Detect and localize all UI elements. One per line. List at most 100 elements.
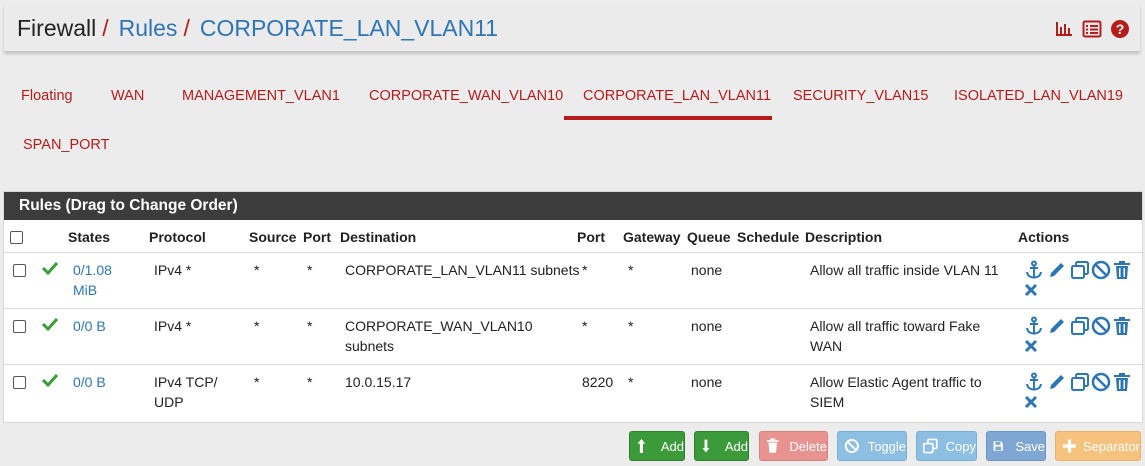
row-gateway: * (628, 318, 634, 334)
row-dest-port: * (582, 318, 588, 334)
breadcrumb: Firewall / Rules / CORPORATE_LAN_VLAN11 (17, 15, 498, 41)
row-description: Allow all traffic toward Fake WAN (810, 318, 981, 354)
list-icon[interactable] (1082, 19, 1102, 39)
delete-x-icon[interactable] (1023, 394, 1039, 410)
row-gateway: * (628, 374, 634, 390)
delete-x-icon[interactable] (1023, 338, 1039, 354)
header-divider (4, 252, 1142, 253)
disable-icon[interactable] (1091, 372, 1111, 392)
col-port: Port (303, 229, 331, 245)
trash-icon[interactable] (1112, 316, 1132, 336)
tab-security-vlan15[interactable]: SECURITY_VLAN15 (793, 88, 928, 104)
col-gateway: Gateway (623, 229, 681, 245)
floppy-icon (993, 441, 1003, 451)
disable-icon (844, 438, 859, 454)
row-divider (4, 364, 1142, 365)
help-icon[interactable]: ? (1110, 19, 1130, 39)
select-all-checkbox[interactable] (10, 231, 23, 244)
col-source: Source (249, 229, 297, 245)
edit-icon[interactable] (1047, 372, 1067, 392)
row-states[interactable]: 0/0 B (73, 372, 133, 392)
trash-icon (766, 438, 779, 453)
rules-panel: Rules (Drag to Change Order) States Prot… (3, 191, 1143, 423)
toggle-button[interactable]: Toggle (837, 431, 907, 461)
col-queue: Queue (687, 229, 731, 245)
anchor-icon[interactable] (1024, 316, 1044, 336)
row-protocol: IPv4 * (154, 318, 192, 334)
add-top-label: Add (660, 438, 684, 454)
row-port: * (307, 374, 313, 390)
row-checkbox[interactable] (13, 264, 26, 277)
plus-icon (1062, 439, 1077, 453)
row-queue: none (691, 262, 723, 278)
anchor-icon[interactable] (1024, 260, 1044, 280)
row-gateway: * (628, 262, 634, 278)
row-destination: CORPORATE_WAN_VLAN10 subnets (345, 318, 533, 354)
row-states[interactable]: 0/1.08 MiB (73, 260, 133, 300)
disable-icon[interactable] (1091, 260, 1111, 280)
delete-button[interactable]: Delete (759, 431, 828, 461)
save-button[interactable]: Save (986, 431, 1046, 461)
col-states: States (68, 229, 111, 245)
col-schedule: Schedule (737, 229, 800, 245)
check-icon (41, 373, 59, 388)
header-icons: ? (1054, 19, 1130, 39)
row-source: * (254, 262, 260, 278)
separator-label: Separator (1082, 438, 1140, 454)
save-label: Save (1015, 438, 1045, 454)
breadcrumb-separator: / (183, 15, 190, 41)
row-checkbox[interactable] (13, 320, 26, 333)
copy-icon[interactable] (1070, 260, 1090, 280)
row-checkbox[interactable] (13, 376, 26, 389)
copy-icon[interactable] (1070, 372, 1090, 392)
row-queue: none (691, 318, 723, 334)
copy-icon (923, 438, 938, 454)
col-description: Description (805, 229, 883, 245)
col-actions: Actions (1018, 229, 1070, 245)
tab-wan[interactable]: WAN (111, 88, 144, 104)
add-top-button[interactable]: Add (629, 431, 685, 461)
tab-span-port[interactable]: SPAN_PORT (23, 137, 110, 153)
edit-icon[interactable] (1047, 316, 1067, 336)
row-divider (4, 308, 1142, 309)
tab-management-vlan1[interactable]: MANAGEMENT_VLAN1 (182, 88, 340, 104)
tab-corporate-lan-vlan11[interactable]: CORPORATE_LAN_VLAN11 (583, 88, 771, 104)
tab-floating[interactable]: Floating (21, 88, 73, 104)
row-port: * (307, 262, 313, 278)
col-destination: Destination (340, 229, 417, 245)
breadcrumb-rules[interactable]: Rules (119, 15, 178, 41)
anchor-icon[interactable] (1024, 372, 1044, 392)
separator-button[interactable]: Separator (1055, 431, 1141, 461)
breadcrumb-firewall[interactable]: Firewall (17, 15, 96, 41)
breadcrumb-current[interactable]: CORPORATE_LAN_VLAN11 (200, 15, 498, 41)
row-queue: none (691, 374, 723, 390)
add-bottom-button[interactable]: Add (694, 431, 749, 461)
toggle-label: Toggle (867, 438, 906, 454)
row-port: * (307, 318, 313, 334)
page-header: Firewall / Rules / CORPORATE_LAN_VLAN11 ? (4, 5, 1140, 52)
row-description: Allow all traffic inside VLAN 11 (810, 262, 999, 278)
delete-x-icon[interactable] (1023, 282, 1039, 298)
panel-title: Rules (Drag to Change Order) (4, 192, 1142, 220)
tab-corporate-wan-vlan10[interactable]: CORPORATE_WAN_VLAN10 (369, 88, 563, 104)
breadcrumb-separator: / (102, 15, 109, 41)
tab-isolated-lan-vlan19[interactable]: ISOLATED_LAN_VLAN19 (954, 88, 1123, 104)
check-icon (41, 261, 59, 276)
copy-button[interactable]: Copy (916, 431, 977, 461)
col-protocol: Protocol (149, 229, 206, 245)
row-description: Allow Elastic Agent traffic to SIEM (810, 374, 982, 410)
chart-icon[interactable] (1054, 19, 1074, 39)
row-source: * (254, 318, 260, 334)
row-states[interactable]: 0/0 B (73, 316, 133, 336)
copy-icon[interactable] (1070, 316, 1090, 336)
trash-icon[interactable] (1112, 260, 1132, 280)
delete-label: Delete (789, 438, 827, 454)
active-tab-indicator (564, 116, 772, 120)
svg-text:?: ? (1116, 21, 1125, 37)
arrow-down-icon (702, 439, 710, 453)
trash-icon[interactable] (1112, 372, 1132, 392)
row-dest-port: * (582, 262, 588, 278)
disable-icon[interactable] (1091, 316, 1111, 336)
edit-icon[interactable] (1047, 260, 1067, 280)
col-dest-port: Port (577, 229, 605, 245)
